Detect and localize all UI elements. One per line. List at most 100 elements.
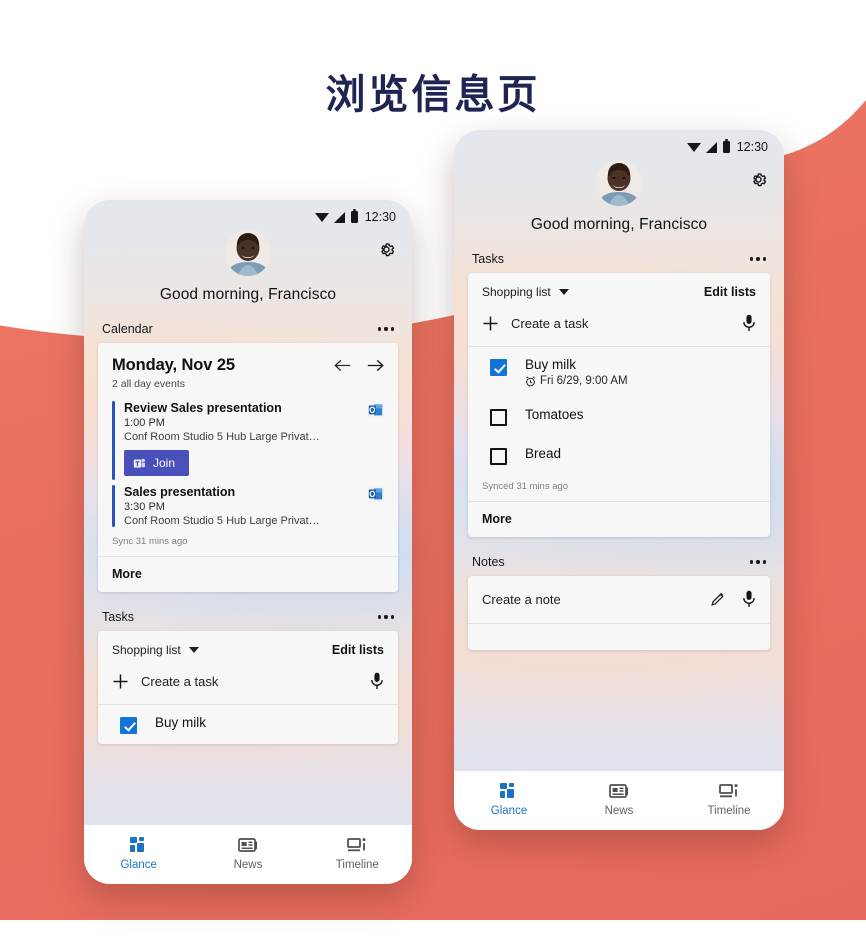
calendar-section-header: Calendar	[84, 322, 412, 336]
calendar-event[interactable]: Sales presentation 3:30 PM Conf Room Stu…	[98, 483, 398, 530]
page-title: 浏览信息页	[325, 73, 541, 117]
calendar-header: Monday, Nov 25 2 all day events	[98, 343, 398, 399]
create-task-row[interactable]: Create a task	[468, 309, 770, 346]
create-note-label: Create a note	[482, 591, 561, 607]
calendar-section-label: Calendar	[102, 322, 153, 336]
tasks-card-header: Shopping list Edit lists	[468, 273, 770, 309]
signal-icon	[705, 141, 717, 153]
calendar-more-button[interactable]: More	[98, 557, 398, 592]
task-item[interactable]: Tomatoes	[468, 397, 770, 436]
task-list-selector[interactable]: Shopping list	[482, 285, 569, 299]
phone-left: 12:30 Good morning, Francisco Calendar M…	[84, 200, 412, 884]
phone-right: 12:30 Good morning, Francisco Tasks Shop…	[454, 130, 784, 830]
event-location: Conf Room Studio 5 Hub Large Privat…	[124, 431, 320, 443]
nav-label-timeline: Timeline	[707, 805, 751, 817]
battery-icon	[722, 139, 730, 153]
news-icon	[609, 784, 628, 798]
edit-lists-button[interactable]: Edit lists	[332, 643, 384, 657]
create-note-row[interactable]: Create a note	[468, 576, 770, 623]
arrow-left-icon[interactable]	[334, 358, 351, 373]
greeting-block: Good morning, Francisco	[84, 224, 412, 304]
plus-icon	[113, 674, 128, 688]
phone-right-screen: 12:30 Good morning, Francisco Tasks Shop…	[454, 130, 784, 830]
event-time: 3:30 PM	[124, 501, 165, 513]
status-clock: 12:30	[364, 210, 396, 224]
notes-card: Create a note	[468, 576, 770, 650]
event-title: Review Sales presentation	[124, 401, 282, 415]
task-checkbox[interactable]	[490, 359, 507, 376]
glance-icon	[129, 837, 144, 852]
task-due: Fri 6/29, 9:00 AM	[525, 375, 756, 387]
task-due-text: Fri 6/29, 9:00 AM	[540, 375, 628, 387]
nav-item-news[interactable]: News	[193, 835, 302, 871]
teams-icon	[133, 458, 146, 468]
outlook-icon	[368, 486, 384, 502]
event-location: Conf Room Studio 5 Hub Large Privat…	[124, 515, 320, 527]
calendar-subtitle: 2 all day events	[112, 378, 185, 390]
greeting-text: Good morning, Francisco	[159, 286, 337, 303]
join-button[interactable]: Join	[124, 450, 190, 476]
nav-item-timeline[interactable]: Timeline	[674, 781, 784, 817]
battery-icon	[350, 209, 358, 223]
nav-item-glance[interactable]: Glance	[84, 835, 193, 871]
avatar[interactable]	[596, 160, 642, 206]
greeting-text: Good morning, Francisco	[530, 216, 708, 233]
edit-lists-button[interactable]: Edit lists	[704, 285, 756, 299]
more-options-icon[interactable]	[377, 615, 394, 619]
task-list-selector[interactable]: Shopping list	[112, 643, 199, 657]
wifi-icon	[686, 142, 701, 152]
gear-icon[interactable]	[377, 240, 396, 259]
glance-icon	[500, 783, 514, 798]
task-title: Tomatoes	[525, 407, 584, 422]
event-time: 1:00 PM	[124, 417, 165, 429]
pencil-icon[interactable]	[710, 591, 726, 607]
tasks-sync-status: Synced 31 mins ago	[482, 481, 569, 492]
calendar-sync-status: Sync 31 mins ago	[112, 536, 188, 547]
signal-icon	[333, 211, 345, 223]
create-task-label: Create a task	[141, 673, 219, 689]
more-options-icon[interactable]	[749, 257, 766, 261]
microphone-icon[interactable]	[370, 672, 384, 690]
task-title: Buy milk	[525, 357, 577, 372]
task-checkbox[interactable]	[490, 448, 507, 465]
nav-label-glance: Glance	[120, 859, 157, 871]
task-checkbox[interactable]	[120, 717, 137, 734]
tasks-more-button[interactable]: More	[468, 502, 770, 537]
gear-icon[interactable]	[749, 170, 768, 189]
phone-left-screen: 12:30 Good morning, Francisco Calendar M…	[84, 200, 412, 884]
event-title: Sales presentation	[124, 485, 236, 499]
wifi-icon	[314, 212, 329, 222]
more-options-icon[interactable]	[749, 560, 766, 564]
plus-icon	[483, 316, 498, 330]
task-checkbox[interactable]	[490, 409, 507, 426]
task-item[interactable]: Buy milk Fri 6/29, 9:00 AM	[468, 347, 770, 397]
nav-item-glance[interactable]: Glance	[454, 781, 564, 817]
event-accent-bar	[112, 401, 115, 480]
timeline-icon	[719, 784, 738, 798]
nav-item-timeline[interactable]: Timeline	[303, 835, 412, 871]
nav-label-news: News	[604, 805, 634, 817]
calendar-date: Monday, Nov 25	[112, 356, 235, 374]
tasks-card: Shopping list Edit lists Create a task B…	[468, 273, 770, 537]
calendar-event[interactable]: Review Sales presentation 1:00 PM Conf R…	[98, 399, 398, 483]
task-item[interactable]: Buy milk	[98, 705, 398, 744]
tasks-card: Shopping list Edit lists Create a task B…	[98, 631, 398, 744]
microphone-icon[interactable]	[742, 590, 756, 608]
create-task-label: Create a task	[511, 315, 589, 331]
outlook-icon	[368, 402, 384, 418]
timeline-icon	[347, 838, 366, 852]
status-clock: 12:30	[736, 140, 768, 154]
chevron-down-icon	[558, 289, 569, 295]
create-task-row[interactable]: Create a task	[98, 667, 398, 704]
avatar[interactable]	[225, 230, 271, 276]
microphone-icon[interactable]	[742, 314, 756, 332]
nav-label-glance: Glance	[490, 805, 528, 817]
nav-item-news[interactable]: News	[564, 781, 674, 817]
news-icon	[238, 838, 257, 852]
chevron-down-icon	[188, 647, 199, 653]
task-item[interactable]: Bread	[468, 436, 770, 475]
more-options-icon[interactable]	[377, 327, 394, 331]
alarm-icon	[526, 375, 535, 386]
status-bar: 12:30	[84, 200, 412, 224]
arrow-right-icon[interactable]	[367, 358, 384, 373]
